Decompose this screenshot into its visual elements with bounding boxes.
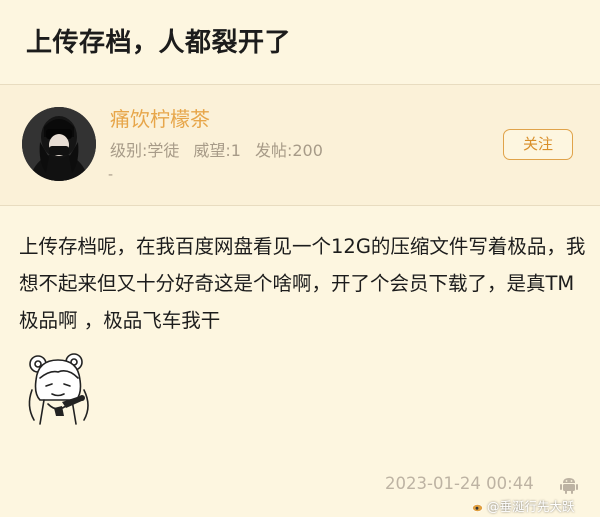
post-body: 上传存档呢，在我百度网盘看见一个12G的压缩文件写着极品，我想不起来但又十分好奇…	[19, 235, 586, 332]
author-divider	[0, 205, 600, 206]
anime-girl-sticker-icon	[18, 350, 100, 432]
author-avatar[interactable]	[22, 107, 96, 181]
author-card: 痛饮柠檬茶 级别:学徒 威望:1 发帖:200 - 关注	[0, 85, 600, 205]
author-post-count: 发帖:200	[254, 141, 323, 160]
author-prestige: 威望:1	[193, 141, 241, 160]
author-level: 级别:学徒	[110, 141, 180, 160]
author-stats: 级别:学徒 威望:1 发帖:200	[110, 137, 337, 161]
author-name[interactable]: 痛饮柠檬茶	[110, 103, 210, 132]
weibo-logo-icon	[472, 504, 483, 512]
android-icon	[559, 475, 579, 495]
follow-button[interactable]: 关注	[503, 129, 573, 160]
post-title: 上传存档，人都裂开了	[26, 28, 292, 58]
watermark-text: @垂涎行先大跃	[487, 499, 575, 514]
post-timestamp: 2023-01-24 00:44	[385, 474, 534, 493]
source-watermark: @垂涎行先大跃	[472, 496, 575, 515]
author-extra: -	[108, 167, 114, 183]
post-page: 上传存档，人都裂开了 痛饮柠檬茶 级别:学徒 威望:1 发帖:200 - 关注 上传…	[0, 0, 600, 517]
